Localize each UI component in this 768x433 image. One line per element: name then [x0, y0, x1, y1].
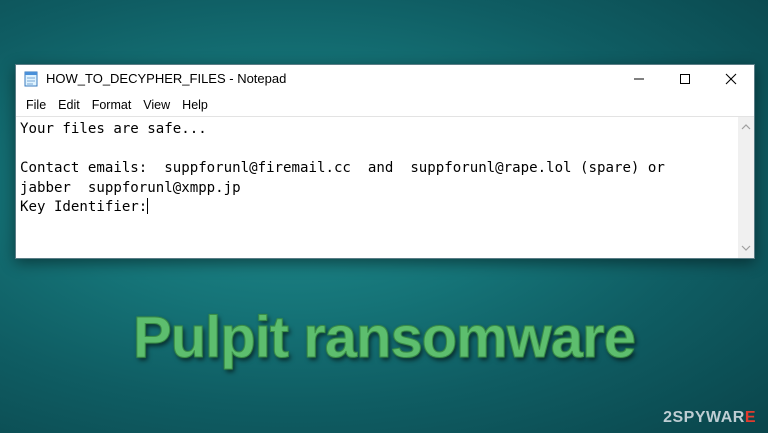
menu-help[interactable]: Help [178, 98, 214, 112]
editor-line-last: Key Identifier: [20, 198, 665, 218]
menu-view[interactable]: View [139, 98, 176, 112]
editor-line: Your files are safe... [20, 121, 207, 137]
window-title: HOW_TO_DECYPHER_FILES - Notepad [46, 71, 287, 86]
watermark-suffix: E [744, 409, 756, 426]
notepad-icon [24, 71, 38, 87]
menu-file[interactable]: File [22, 98, 52, 112]
editor-line: Contact emails: suppforunl@firemail.cc a… [20, 160, 665, 176]
title-bar[interactable]: HOW_TO_DECYPHER_FILES - Notepad [16, 65, 754, 93]
key-identifier-label: Key Identifier: [20, 199, 148, 215]
site-watermark: 2SPYWARE [663, 409, 756, 427]
text-caret [147, 198, 149, 214]
maximize-button[interactable] [662, 65, 708, 93]
close-button[interactable] [708, 65, 754, 93]
watermark-middle: SPYWAR [672, 409, 745, 426]
menu-bar: File Edit Format View Help [16, 95, 754, 115]
scroll-up-button[interactable] [738, 119, 754, 135]
minimize-icon [634, 78, 644, 80]
text-editor[interactable]: Your files are safe... Contact emails: s… [16, 116, 738, 258]
notepad-window: HOW_TO_DECYPHER_FILES - Notepad File Edi… [15, 64, 755, 259]
editor-content[interactable]: Your files are safe... Contact emails: s… [20, 120, 665, 218]
chevron-down-icon [741, 245, 751, 251]
menu-edit[interactable]: Edit [54, 98, 86, 112]
menu-format[interactable]: Format [88, 98, 138, 112]
scroll-down-button[interactable] [738, 240, 754, 256]
minimize-button[interactable] [616, 65, 662, 93]
chevron-up-icon [741, 124, 751, 130]
vertical-scrollbar[interactable] [738, 116, 754, 258]
close-icon [725, 73, 737, 85]
editor-line: jabber suppforunl@xmpp.jp [20, 179, 241, 196]
headline-title: Pulpit ransomware [133, 305, 637, 371]
maximize-icon [680, 74, 690, 84]
